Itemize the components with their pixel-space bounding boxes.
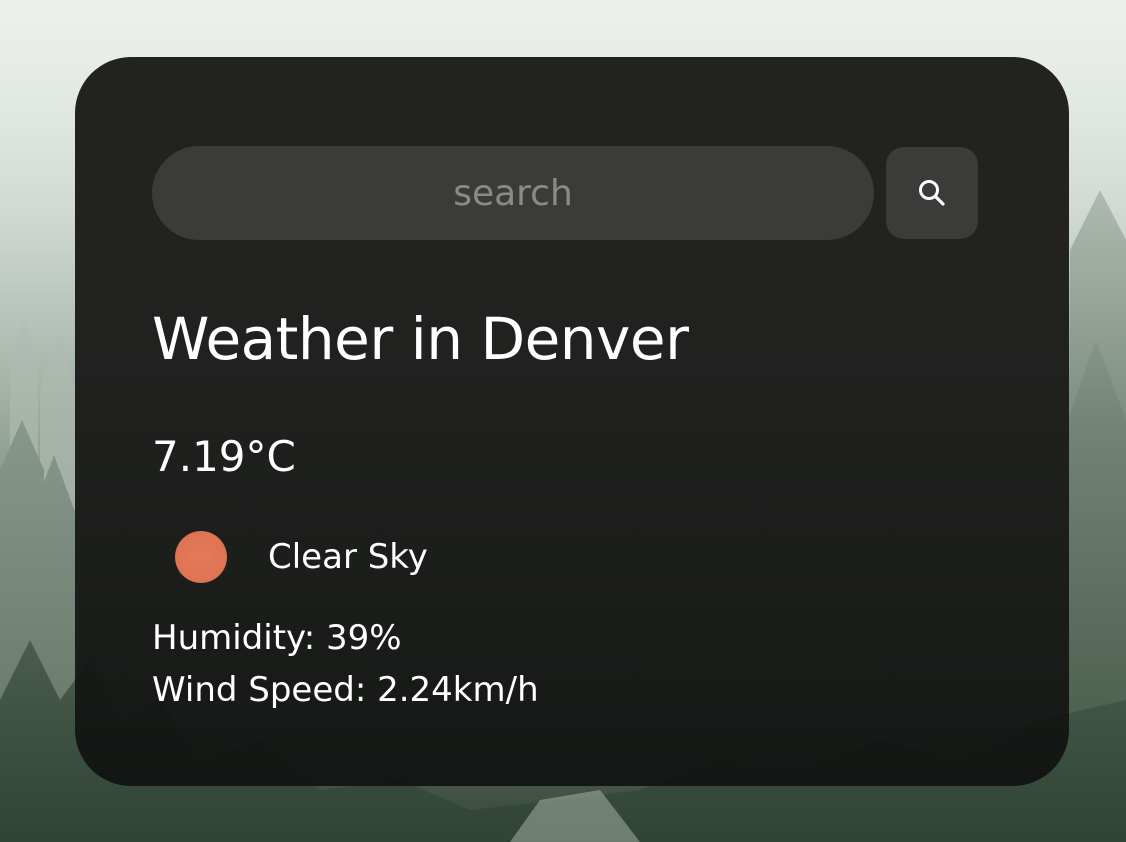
- condition-text: Clear Sky: [268, 537, 428, 577]
- search-button[interactable]: [886, 147, 978, 239]
- weather-condition: Clear Sky: [175, 527, 428, 587]
- search-input[interactable]: [152, 146, 874, 240]
- humidity: Humidity: 39%: [152, 618, 402, 658]
- city-title: Weather in Denver: [152, 305, 689, 373]
- weather-details: Humidity: 39% Wind Speed: 2.24km/h: [152, 612, 539, 716]
- weather-card: Weather in Denver 7.19°C Clear Sky Humid…: [75, 57, 1069, 786]
- wind-speed: Wind Speed: 2.24km/h: [152, 670, 539, 710]
- temperature: 7.19°C: [152, 432, 296, 481]
- search-bar: [152, 146, 978, 240]
- search-icon: [919, 180, 945, 206]
- clear-sky-sun-icon: [175, 531, 227, 583]
